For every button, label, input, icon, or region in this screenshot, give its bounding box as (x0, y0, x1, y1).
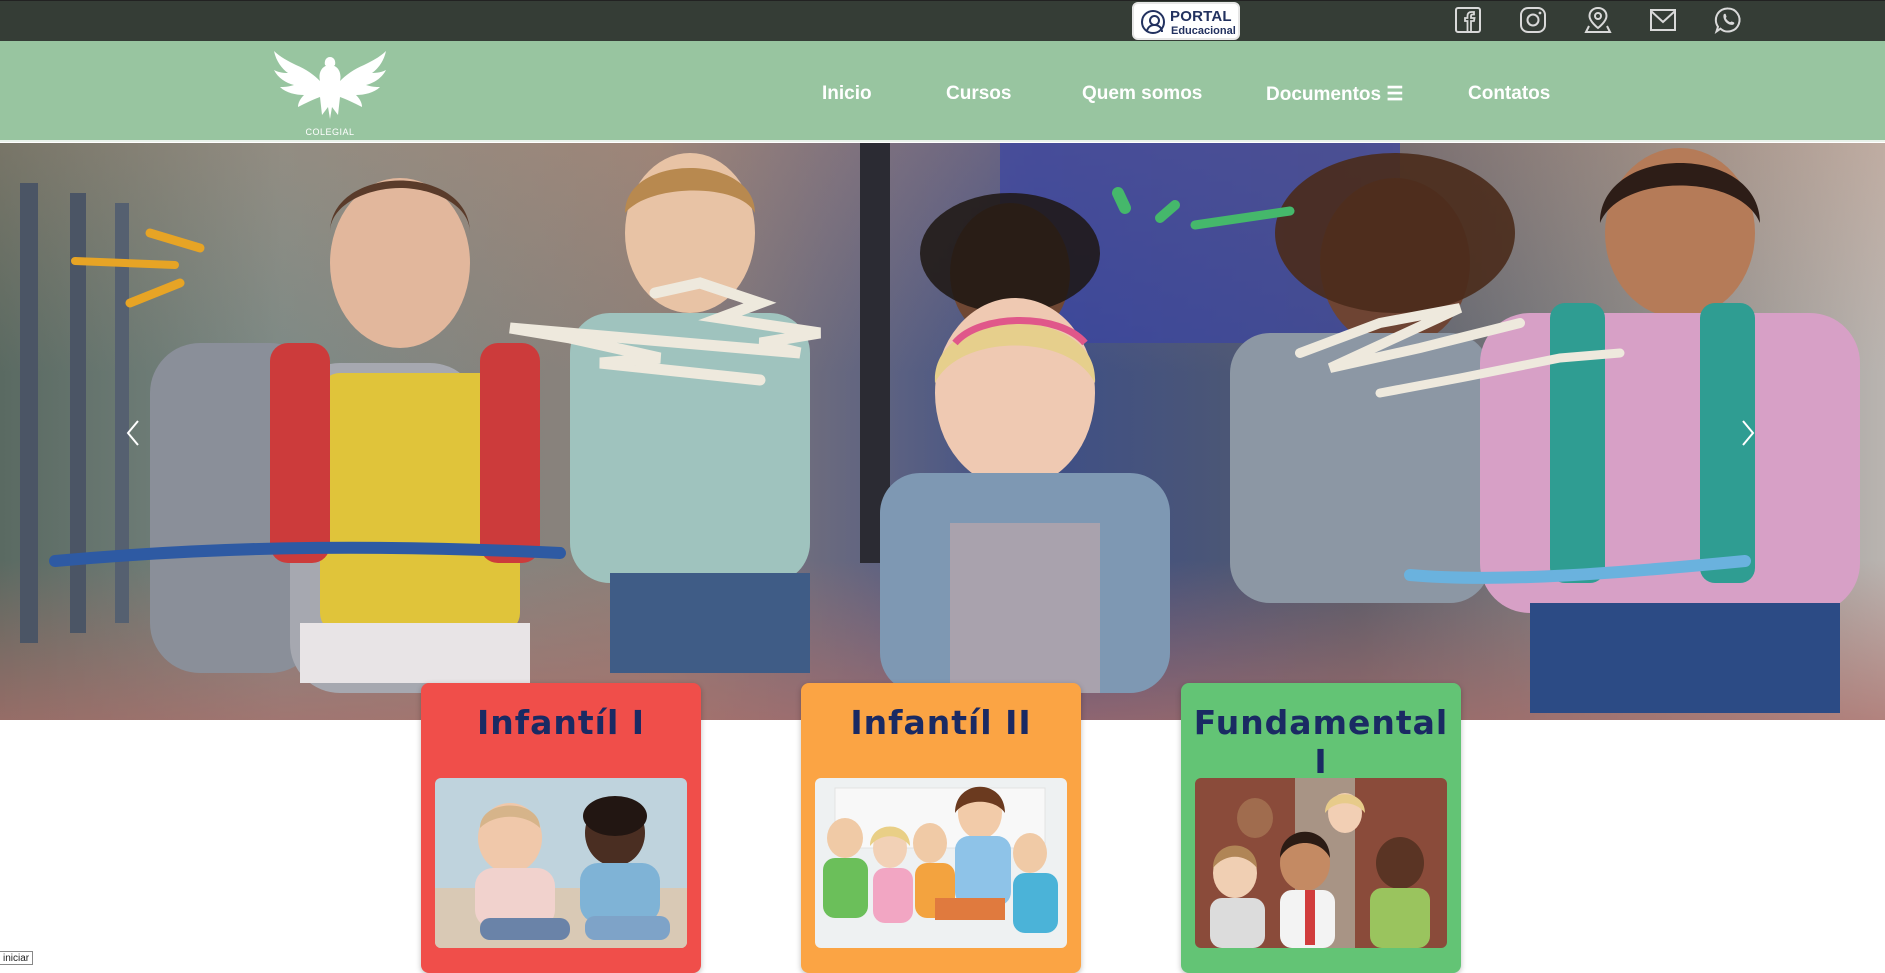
card-title: Infantíl I (476, 703, 646, 742)
facebook-icon[interactable] (1453, 5, 1483, 35)
card-infantil-2[interactable]: Infantíl II (801, 683, 1081, 973)
instagram-icon[interactable] (1518, 5, 1548, 35)
carousel-next-button[interactable] (1733, 413, 1763, 453)
map-pin-icon[interactable] (1583, 5, 1613, 35)
chevron-left-icon (126, 420, 139, 446)
card-photo-reading (815, 778, 1067, 948)
card-fundamental-1[interactable]: Fundamental I (1181, 683, 1461, 973)
card-photo-toddlers (435, 778, 687, 948)
nav-cursos[interactable]: Cursos (946, 83, 1011, 105)
nav-documentos[interactable]: Documentos ☰ (1266, 83, 1403, 106)
chevron-right-icon (1742, 420, 1755, 446)
portal-sublabel: Educacional (1171, 25, 1236, 37)
user-icon (1141, 10, 1165, 34)
children-photo (20, 143, 1860, 713)
iniciar-tag[interactable]: iniciar (0, 951, 34, 965)
card-infantil-1[interactable]: Infantíl I (421, 683, 701, 973)
school-logo[interactable]: COLEGIAL (270, 45, 390, 141)
main-navbar: COLEGIAL Inicio Cursos Quem somos Docume… (0, 41, 1885, 142)
top-bar: PORTAL Educacional (0, 0, 1885, 41)
card-photo-students (1195, 778, 1447, 948)
nav-inicio[interactable]: Inicio (822, 83, 872, 105)
hero-carousel (0, 143, 1885, 720)
carousel-prev-button[interactable] (118, 413, 148, 453)
whatsapp-icon[interactable] (1713, 5, 1743, 35)
card-title: Fundamental I (1193, 703, 1449, 781)
portal-educacional-button[interactable]: PORTAL Educacional (1132, 2, 1240, 40)
eagle-logo-icon (274, 51, 386, 119)
nav-contatos[interactable]: Contatos (1468, 83, 1550, 105)
logo-caption: COLEGIAL (305, 127, 355, 137)
portal-label: PORTAL (1170, 8, 1232, 25)
card-title: Infantíl II (850, 703, 1032, 742)
nav-quem-somos[interactable]: Quem somos (1082, 83, 1202, 105)
mail-icon[interactable] (1648, 5, 1678, 35)
